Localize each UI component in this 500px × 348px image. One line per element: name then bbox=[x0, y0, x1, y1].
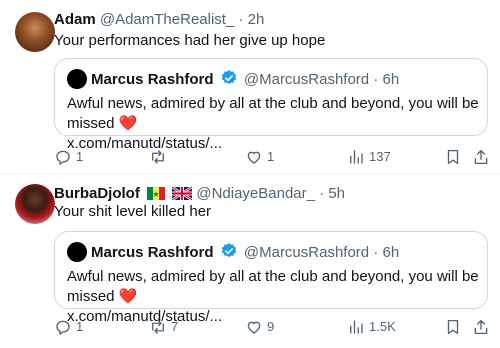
reply-button[interactable]: 1 bbox=[54, 147, 83, 167]
tweet-header: BurbaDjolof @NdiayeBandar_ · 5h bbox=[54, 184, 345, 204]
timestamp[interactable]: 5h bbox=[328, 185, 345, 202]
tweet-text: Your shit level killed her bbox=[54, 203, 212, 220]
separator: · bbox=[238, 11, 244, 28]
views-icon bbox=[350, 320, 363, 334]
tweet[interactable]: BurbaDjolof @NdiayeBandar_ · 5h Your shi… bbox=[0, 174, 500, 348]
quoted-timestamp: 6h bbox=[382, 244, 400, 261]
display-name[interactable]: Adam bbox=[54, 11, 96, 28]
bookmark-icon bbox=[447, 149, 459, 165]
view-count: 137 bbox=[369, 149, 391, 164]
reply-count: 1 bbox=[76, 319, 84, 334]
repost-button[interactable]: 7 bbox=[149, 317, 178, 337]
quoted-display-name: Marcus Rashford bbox=[91, 71, 214, 88]
tweet-header: Adam @AdamTheRealist_ · 2h bbox=[54, 10, 264, 30]
reply-icon bbox=[56, 320, 70, 335]
quoted-avatar bbox=[67, 69, 87, 89]
tweet-text: Your performances had her give up hope bbox=[54, 32, 326, 49]
share-button[interactable] bbox=[472, 147, 490, 167]
views-button[interactable]: 1.5K bbox=[347, 317, 396, 337]
heart-emoji-icon: ❤️ bbox=[118, 288, 138, 305]
separator: · bbox=[373, 71, 379, 88]
display-name[interactable]: BurbaDjolof bbox=[54, 185, 140, 202]
quoted-avatar bbox=[67, 242, 87, 262]
heart-emoji-icon: ❤️ bbox=[118, 115, 138, 132]
reply-button[interactable]: 1 bbox=[54, 317, 83, 337]
quoted-tweet-text: Awful news, admired by all at the club a… bbox=[67, 94, 479, 154]
quoted-timestamp: 6h bbox=[382, 71, 400, 88]
quoted-tweet[interactable]: Marcus Rashford @MarcusRashford · 6h Awf… bbox=[54, 58, 488, 152]
like-button[interactable]: 1 bbox=[245, 147, 274, 167]
views-icon bbox=[350, 150, 363, 164]
share-icon bbox=[474, 149, 488, 165]
views-button[interactable]: 137 bbox=[347, 147, 391, 167]
user-handle[interactable]: @AdamTheRealist_ bbox=[100, 11, 234, 28]
like-count: 9 bbox=[267, 319, 275, 334]
verified-badge-icon bbox=[221, 70, 236, 85]
uk-flag-icon bbox=[172, 187, 193, 200]
repost-icon bbox=[152, 320, 164, 334]
quoted-tweet-header: Marcus Rashford @MarcusRashford · 6h bbox=[67, 69, 399, 89]
quoted-handle: @MarcusRashford bbox=[243, 244, 370, 261]
user-handle[interactable]: @NdiayeBandar_ bbox=[196, 185, 315, 202]
repost-icon bbox=[152, 150, 164, 164]
like-count: 1 bbox=[267, 149, 275, 164]
tweet[interactable]: Adam @AdamTheRealist_ · 2h Your performa… bbox=[0, 0, 500, 174]
separator: · bbox=[373, 244, 379, 261]
action-bar: 1 1 137 bbox=[54, 147, 494, 167]
separator: · bbox=[319, 185, 325, 202]
quoted-tweet[interactable]: Marcus Rashford @MarcusRashford · 6h Awf… bbox=[54, 231, 488, 325]
repost-button[interactable] bbox=[149, 147, 171, 167]
senegal-flag-icon bbox=[147, 187, 165, 200]
quoted-handle: @MarcusRashford bbox=[243, 71, 370, 88]
bookmark-button[interactable] bbox=[444, 147, 462, 167]
verified-badge-icon bbox=[221, 243, 236, 258]
action-bar: 1 7 9 1.5K bbox=[54, 317, 494, 337]
avatar[interactable] bbox=[15, 184, 55, 224]
like-icon bbox=[247, 151, 261, 164]
bookmark-button[interactable] bbox=[444, 317, 462, 337]
quoted-display-name: Marcus Rashford bbox=[91, 244, 214, 261]
share-icon bbox=[474, 319, 488, 335]
bookmark-icon bbox=[447, 319, 459, 335]
view-count: 1.5K bbox=[369, 319, 396, 334]
quoted-tweet-header: Marcus Rashford @MarcusRashford · 6h bbox=[67, 242, 399, 262]
repost-count: 7 bbox=[171, 319, 179, 334]
timestamp[interactable]: 2h bbox=[248, 11, 265, 28]
avatar[interactable] bbox=[15, 12, 55, 52]
like-button[interactable]: 9 bbox=[245, 317, 274, 337]
reply-count: 1 bbox=[76, 149, 84, 164]
like-icon bbox=[247, 321, 261, 334]
share-button[interactable] bbox=[472, 317, 490, 337]
reply-icon bbox=[56, 150, 70, 165]
